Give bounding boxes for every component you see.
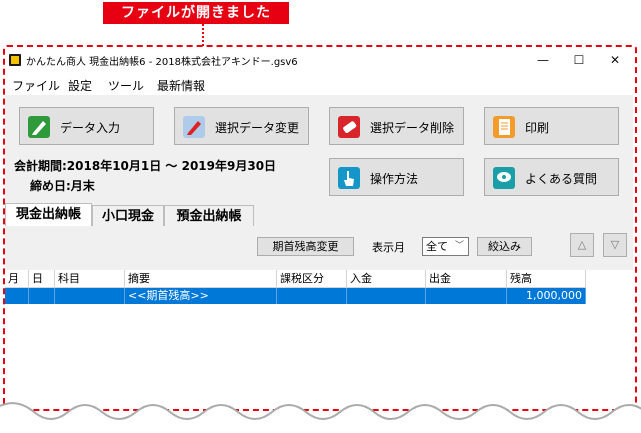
pencil-icon [28, 116, 50, 138]
move-down-button[interactable]: ▽ [603, 233, 627, 257]
table-row[interactable]: <<期首残高>> 1,000,000 [5, 288, 586, 304]
maximize-button[interactable]: ☐ [561, 47, 597, 73]
app-logo-icon [9, 54, 21, 66]
menu-tools[interactable]: ツール [108, 77, 144, 94]
title-bar: かんたん商人 現金出納帳6 - 2018株式会社アキンドー.gsv6 — ☐ ✕ [5, 47, 633, 73]
chevron-down-icon: ﹀ [454, 241, 464, 251]
tab-petty-cash[interactable]: 小口現金 [92, 205, 164, 226]
callout-banner: ファイルが開きました [103, 2, 289, 24]
cell-account [55, 288, 125, 304]
accounting-period: 会計期間:2018年10月1日 ～ 2019年9月30日 [14, 159, 277, 173]
col-account[interactable]: 科目 [55, 270, 125, 288]
how-to-label: 操作方法 [370, 172, 419, 186]
cell-day [29, 288, 55, 304]
tab-strip: 現金出納帳 小口現金 預金出納帳 [5, 203, 633, 226]
window-title: かんたん商人 現金出納帳6 - 2018株式会社アキンドー.gsv6 [26, 57, 298, 68]
eraser-icon [338, 116, 360, 138]
col-deposit[interactable]: 入金 [347, 270, 426, 288]
tab-deposit-ledger[interactable]: 預金出納帳 [164, 205, 254, 226]
col-description[interactable]: 摘要 [125, 270, 277, 288]
print-label: 印刷 [525, 121, 550, 135]
cell-tax-category [277, 288, 347, 304]
hand-pointer-icon [338, 167, 360, 189]
data-entry-label: データ入力 [60, 121, 121, 135]
cell-description: <<期首残高>> [125, 288, 277, 304]
callout-connector [202, 24, 204, 46]
menu-latest-info[interactable]: 最新情報 [157, 77, 205, 94]
faq-button[interactable]: よくある質問 [484, 158, 619, 196]
change-selected-label: 選択データ変更 [215, 121, 300, 135]
ledger-toolbar: 期首残高変更 表示月 全て ﹀ 絞込み △ ▽ [5, 226, 633, 266]
cell-balance: 1,000,000 [507, 288, 586, 304]
col-withdrawal[interactable]: 出金 [426, 270, 507, 288]
change-selected-button[interactable]: 選択データ変更 [174, 107, 309, 145]
close-button[interactable]: ✕ [597, 47, 633, 73]
col-month[interactable]: 月 [5, 270, 29, 288]
opening-balance-button[interactable]: 期首残高変更 [257, 237, 354, 256]
print-button[interactable]: 印刷 [484, 107, 619, 145]
ledger-grid: 月 日 科目 摘要 課税区分 入金 出金 残高 <<期首残高>> 1,000,0… [5, 270, 633, 407]
delete-selected-button[interactable]: 選択データ削除 [329, 107, 464, 145]
delete-selected-label: 選択データ削除 [370, 121, 455, 135]
edit-pencil-icon [183, 116, 205, 138]
filter-button[interactable]: 絞込み [477, 237, 532, 256]
col-balance[interactable]: 残高 [507, 270, 586, 288]
how-to-button[interactable]: 操作方法 [329, 158, 464, 196]
torn-edge-decoration [0, 402, 641, 433]
col-day[interactable]: 日 [29, 270, 55, 288]
minimize-button[interactable]: — [525, 47, 561, 73]
display-month-value: 全て [426, 240, 448, 253]
data-entry-button[interactable]: データ入力 [19, 107, 154, 145]
app-window: かんたん商人 現金出納帳6 - 2018株式会社アキンドー.gsv6 — ☐ ✕… [5, 47, 633, 407]
menu-settings[interactable]: 設定 [68, 77, 92, 94]
cell-deposit [347, 288, 426, 304]
speech-bubble-icon [493, 167, 515, 189]
display-month-label: 表示月 [372, 241, 405, 254]
col-tax-category[interactable]: 課税区分 [277, 270, 347, 288]
menu-bar: ファイル 設定 ツール 最新情報 [5, 73, 633, 95]
menu-file[interactable]: ファイル [12, 77, 60, 94]
faq-label: よくある質問 [525, 172, 598, 186]
closing-day: 締め日:月末 [30, 179, 95, 193]
tab-cash-ledger[interactable]: 現金出納帳 [5, 203, 92, 226]
cell-month [5, 288, 29, 304]
move-up-button[interactable]: △ [570, 233, 594, 257]
document-icon [493, 116, 515, 138]
cell-withdrawal [426, 288, 507, 304]
display-month-select[interactable]: 全て ﹀ [422, 237, 469, 256]
